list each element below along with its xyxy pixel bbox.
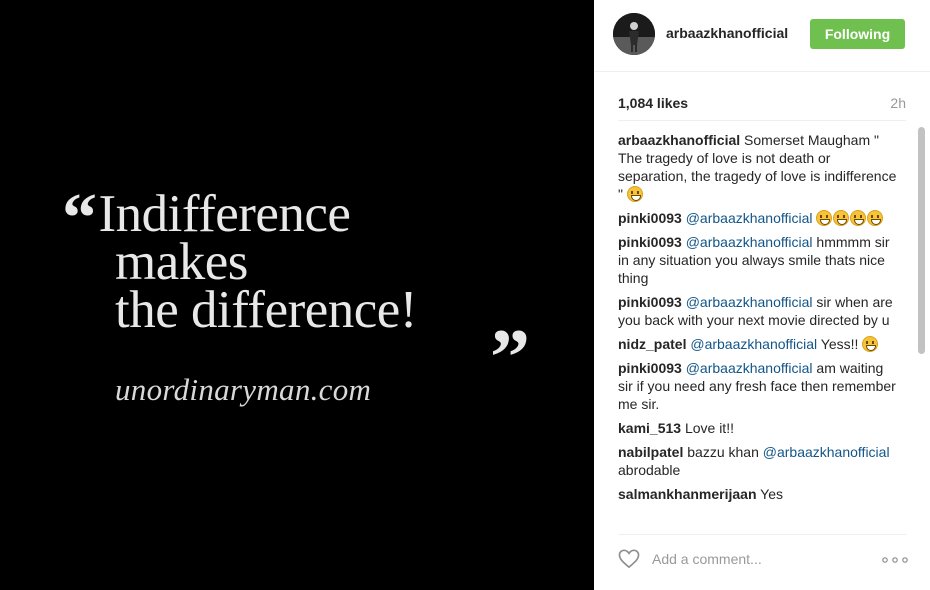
- comment-author[interactable]: nidz_patel: [618, 336, 686, 352]
- grin-emoji-icon: [850, 210, 867, 226]
- following-button[interactable]: Following: [810, 19, 905, 49]
- comment-author[interactable]: salmankhanmerijaan: [618, 486, 757, 502]
- post-image: “Indifference makes the difference! ” un…: [0, 0, 594, 590]
- add-comment-input[interactable]: [652, 548, 852, 570]
- open-quote-mark: “: [62, 180, 97, 257]
- grin-emoji-icon: [626, 186, 643, 202]
- grin-emoji-icon: [816, 210, 833, 226]
- avatar[interactable]: [613, 13, 655, 55]
- quote-line-3: the difference!: [115, 281, 417, 339]
- avatar-image: [613, 13, 655, 55]
- post-sidebar: arbaazkhanofficial Following 1,084 likes…: [594, 0, 930, 590]
- comment-item: arbaazkhanofficial Somerset Maugham " Th…: [618, 131, 898, 203]
- comment-mention[interactable]: @arbaazkhanofficial: [682, 210, 813, 226]
- heart-icon[interactable]: [618, 549, 640, 569]
- comments-list[interactable]: arbaazkhanofficial Somerset Maugham " Th…: [618, 131, 898, 528]
- image-website-text: unordinaryman.com: [115, 372, 372, 407]
- comment-item: nidz_patel @arbaazkhanofficial Yess!!: [618, 335, 898, 353]
- grin-emoji-icon: [867, 210, 884, 226]
- divider: [618, 534, 906, 535]
- comments-scrollbar[interactable]: [917, 127, 925, 525]
- smile-emoji-icon: [862, 336, 879, 352]
- comment-mention[interactable]: @arbaazkhanofficial: [763, 444, 890, 460]
- comment-item: pinki0093 @arbaazkhanofficial sir when a…: [618, 293, 898, 329]
- comment-item: pinki0093 @arbaazkhanofficial: [618, 209, 898, 227]
- comment-author[interactable]: nabilpatel: [618, 444, 683, 460]
- quote-line-1: “Indifference: [62, 180, 351, 257]
- comment-mention[interactable]: @arbaazkhanofficial: [686, 336, 817, 352]
- likes-row: 1,084 likes 2h: [618, 95, 906, 111]
- comment-author[interactable]: pinki0093: [618, 294, 682, 310]
- comment-text: abrodable: [618, 462, 681, 478]
- comment-text: Yess!!: [817, 336, 863, 352]
- comment-text: bazzu khan: [683, 444, 763, 460]
- comment-item: salmankhanmerijaan Yes: [618, 485, 898, 503]
- comment-item: pinki0093 @arbaazkhanofficial hmmmm sir …: [618, 233, 898, 287]
- comment-mention[interactable]: @arbaazkhanofficial: [682, 234, 813, 250]
- close-quote-mark: ”: [490, 314, 530, 402]
- quote-text: “Indifference makes the difference!: [62, 180, 417, 339]
- post-time[interactable]: 2h: [890, 95, 906, 111]
- comment-item: nabilpatel bazzu khan @arbaazkhanofficia…: [618, 443, 898, 479]
- divider: [618, 120, 906, 121]
- post-header: arbaazkhanofficial Following: [594, 0, 930, 72]
- more-options-icon[interactable]: [882, 557, 908, 563]
- comment-author[interactable]: pinki0093: [618, 210, 682, 226]
- post-username[interactable]: arbaazkhanofficial: [666, 25, 788, 41]
- comment-text: Yes: [756, 486, 783, 502]
- comment-mention[interactable]: @arbaazkhanofficial: [682, 360, 813, 376]
- comment-author[interactable]: pinki0093: [618, 360, 682, 376]
- comment-author[interactable]: kami_513: [618, 420, 681, 436]
- grin-emoji-icon: [833, 210, 850, 226]
- quote-line-2: makes: [115, 233, 248, 291]
- scrollbar-thumb[interactable]: [918, 127, 925, 354]
- comment-mention[interactable]: @arbaazkhanofficial: [682, 294, 813, 310]
- comment-text: Love it!!: [681, 420, 734, 436]
- comment-author[interactable]: pinki0093: [618, 234, 682, 250]
- likes-count[interactable]: 1,084 likes: [618, 95, 688, 111]
- comment-item: pinki0093 @arbaazkhanofficial am waiting…: [618, 359, 898, 413]
- comment-item: kami_513 Love it!!: [618, 419, 898, 437]
- comment-author[interactable]: arbaazkhanofficial: [618, 132, 740, 148]
